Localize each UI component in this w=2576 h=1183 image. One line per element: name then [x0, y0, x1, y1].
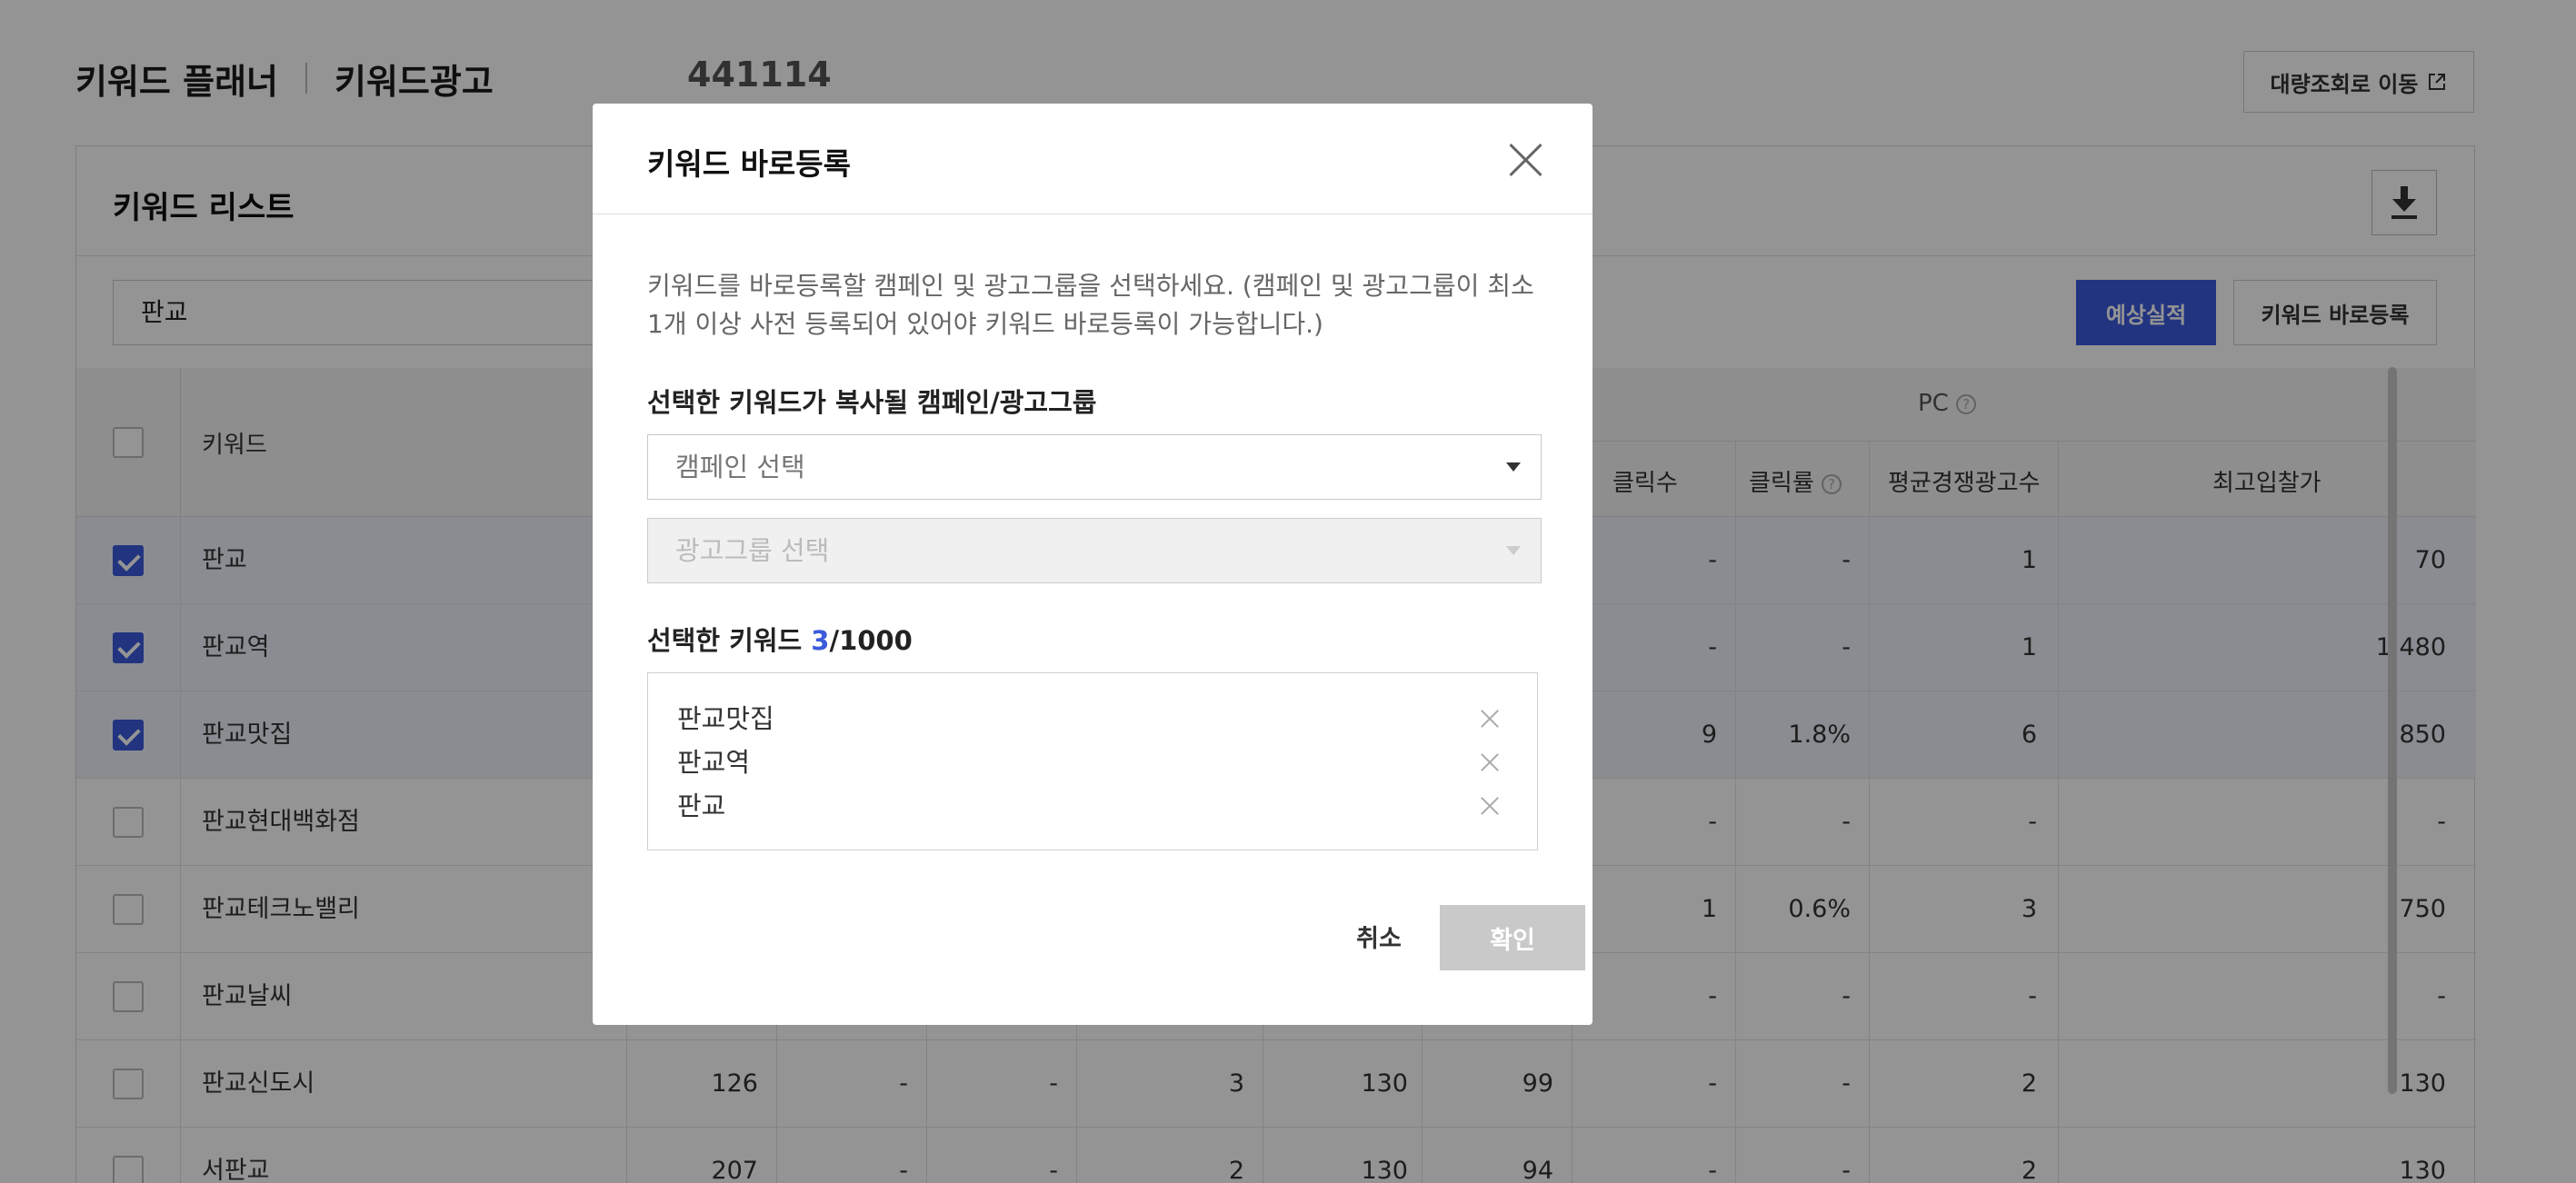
selected-keywords-label: 선택한 키워드 3/1000: [647, 620, 913, 658]
selected-keyword-item: 판교맛집: [677, 697, 1508, 741]
selected-keyword-label: 판교역: [677, 747, 751, 778]
selected-label-text: 선택한 키워드: [647, 625, 803, 656]
selected-keyword-label: 판교: [677, 790, 726, 821]
keyword-register-modal: 키워드 바로등록 키워드를 바로등록할 캠페인 및 광고그룹을 선택하세요. (…: [593, 104, 1593, 1025]
target-label: 선택한 키워드가 복사될 캠페인/광고그룹: [647, 387, 1097, 418]
chevron-down-icon: [1506, 546, 1521, 555]
campaign-select[interactable]: 캠페인 선택: [647, 434, 1542, 500]
page: 키워드 플래너 키워드광고 441114 대량조회로 이동 키워드 리스트 판교…: [0, 0, 2576, 1183]
close-icon[interactable]: [1507, 142, 1543, 178]
selected-keyword-item: 판교: [677, 784, 1508, 828]
modal-header: 키워드 바로등록: [593, 104, 1593, 214]
selected-keywords-list: 판교맛집판교역판교: [647, 672, 1538, 850]
remove-icon[interactable]: [1481, 797, 1499, 815]
campaign-select-value: 캠페인 선택: [675, 452, 805, 482]
cancel-button[interactable]: 취소: [1338, 907, 1420, 972]
selected-keyword-item: 판교역: [677, 741, 1508, 784]
adgroup-select: 광고그룹 선택: [647, 518, 1542, 583]
chevron-down-icon: [1506, 462, 1521, 472]
remove-icon[interactable]: [1481, 710, 1499, 728]
remove-icon[interactable]: [1481, 753, 1499, 771]
selected-count: 3: [811, 625, 830, 656]
confirm-button[interactable]: 확인: [1440, 905, 1585, 970]
selected-keyword-label: 판교맛집: [677, 703, 774, 734]
modal-description: 키워드를 바로등록할 캠페인 및 광고그룹을 선택하세요. (캠페인 및 광고그…: [647, 271, 1534, 339]
adgroup-select-value: 광고그룹 선택: [675, 535, 830, 566]
selected-max: /1000: [829, 625, 913, 656]
modal-title: 키워드 바로등록: [647, 146, 852, 182]
